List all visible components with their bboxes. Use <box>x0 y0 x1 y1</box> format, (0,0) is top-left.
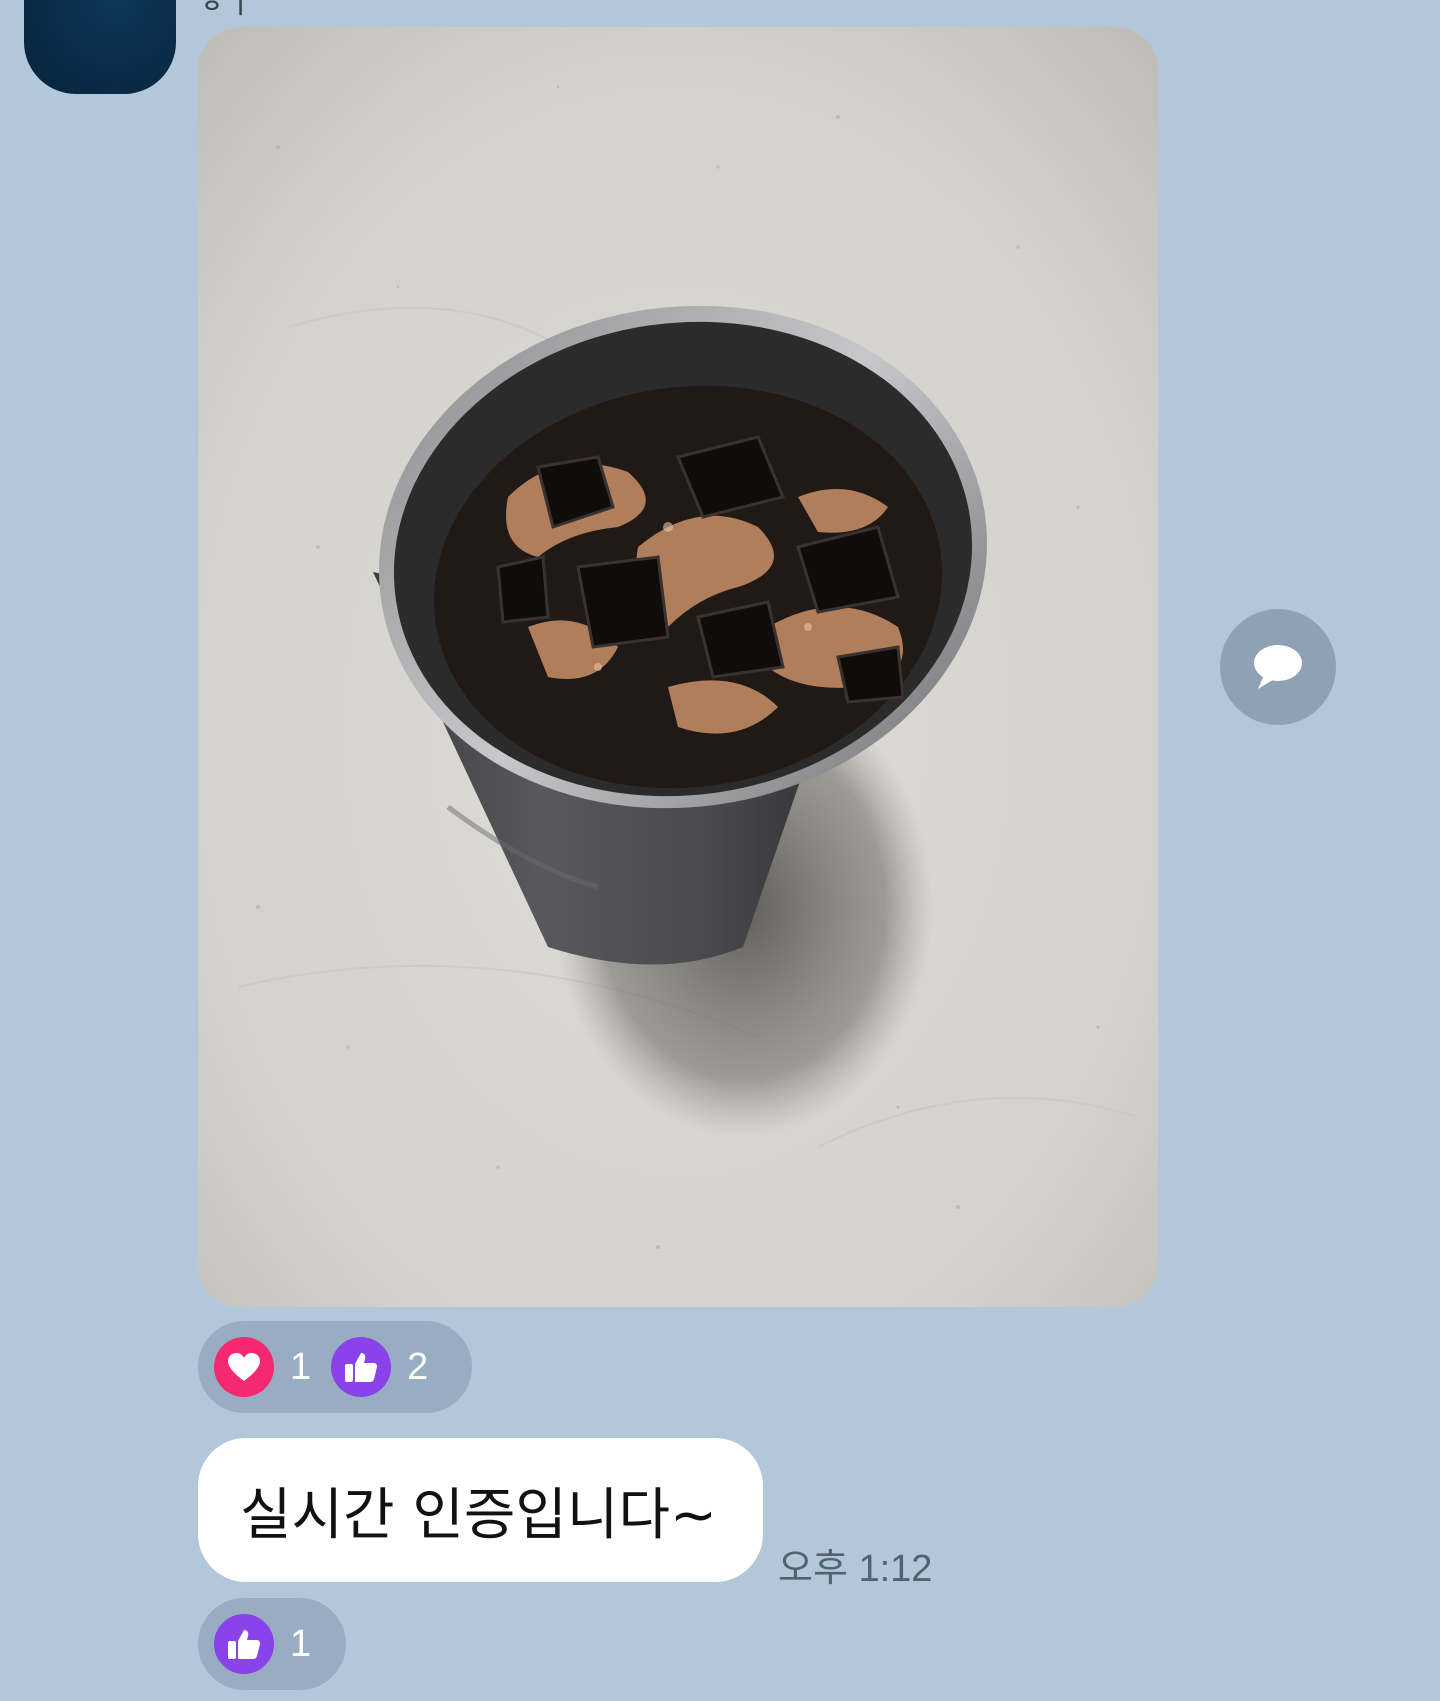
thumbs-up-icon <box>214 1614 274 1674</box>
thumbs-up-icon <box>331 1337 392 1397</box>
photo-reactions: 1 2 <box>198 1321 472 1413</box>
sender-name: ㅎㅣ <box>198 0 256 21</box>
like-count: 1 <box>290 1622 312 1665</box>
message-timestamp: 오후 1:12 <box>778 1548 933 1590</box>
photo-message[interactable] <box>198 27 1158 1307</box>
text-message-bubble[interactable]: 실시간 인증입니다~ <box>198 1438 763 1582</box>
message-text: 실시간 인증입니다~ <box>240 1482 717 1548</box>
heart-icon <box>214 1337 274 1397</box>
heart-count: 1 <box>290 1345 312 1388</box>
speech-bubble-icon <box>1254 645 1302 689</box>
like-count: 2 <box>407 1345 429 1388</box>
coffee-photo <box>198 27 1158 1307</box>
like-reaction[interactable]: 1 <box>214 1614 311 1674</box>
sender-avatar[interactable] <box>24 0 176 94</box>
heart-reaction[interactable]: 1 <box>214 1337 311 1397</box>
share-button[interactable] <box>1220 609 1336 725</box>
text-reactions: 1 <box>198 1598 346 1690</box>
like-reaction[interactable]: 2 <box>331 1337 428 1397</box>
